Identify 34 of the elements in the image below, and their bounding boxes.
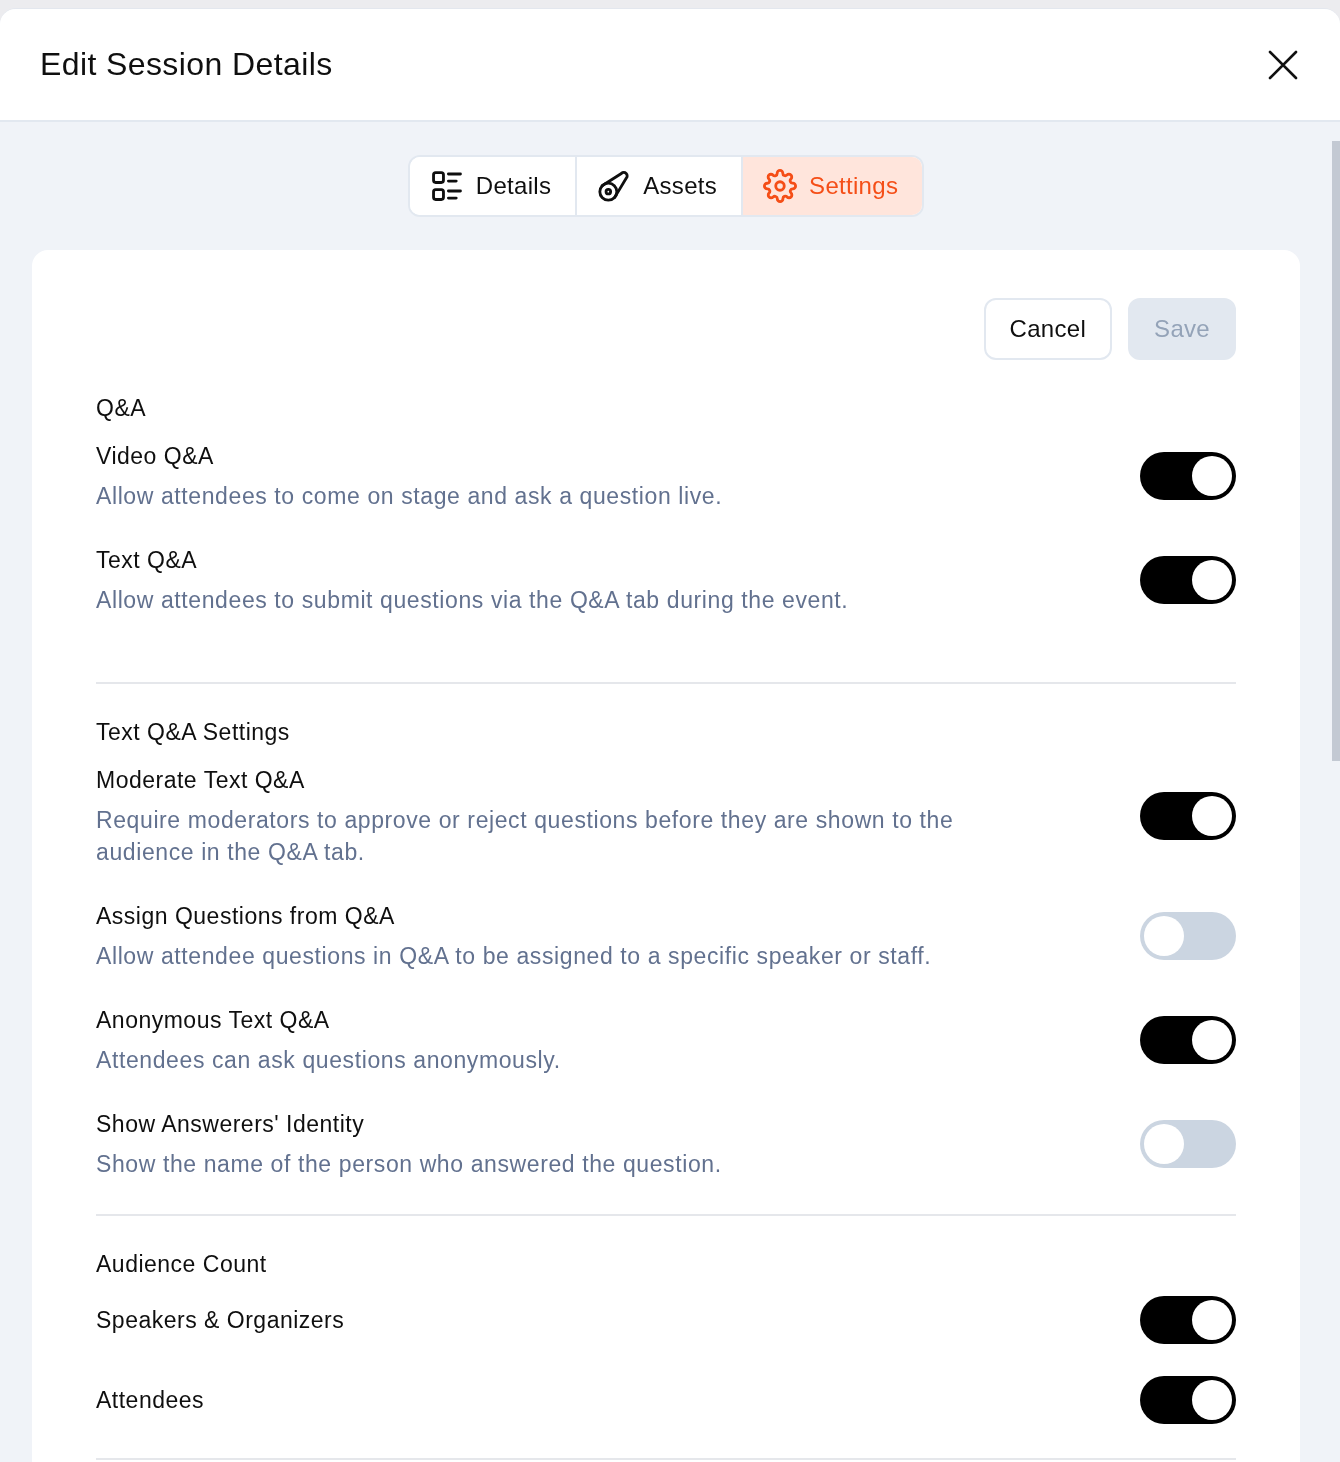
reel-icon <box>597 169 632 203</box>
toggle-switch[interactable] <box>1140 912 1236 960</box>
setting-description: Allow attendee questions in Q&A to be assigned to a specific speaker or staff. <box>96 942 932 971</box>
toggle-switch[interactable] <box>1140 1376 1236 1424</box>
scrollbar-thumb[interactable] <box>1332 141 1340 761</box>
close-icon <box>1268 49 1298 80</box>
setting-title: Anonymous Text Q&A <box>96 1006 331 1035</box>
toggle-switch[interactable] <box>1140 1120 1236 1168</box>
setting-title: Moderate Text Q&A <box>96 766 306 795</box>
setting-title: Assign Questions from Q&A <box>96 902 396 931</box>
setting-title: Show Answerers' Identity <box>96 1110 366 1139</box>
setting-description: Allow attendees to submit questions via the Q&A tab during the event. <box>96 586 849 615</box>
setting-description: Show the name of the person who answered the question. <box>96 1150 722 1179</box>
toggle-switch[interactable] <box>1140 792 1236 840</box>
setting-title: Text Q&A <box>96 546 199 575</box>
close-button[interactable] <box>1268 49 1298 80</box>
toggle-switch[interactable] <box>1140 556 1236 604</box>
setting-title: Speakers & Organizers <box>96 1306 345 1335</box>
tab[interactable]: Details <box>409 157 578 215</box>
setting-description: Allow attendees to come on stage and ask a question live. <box>96 482 723 511</box>
setting-title: Video Q&A <box>96 442 215 471</box>
section-heading: Text Q&A Settings <box>96 718 291 747</box>
section-heading: Q&A <box>96 394 148 423</box>
toggle-switch[interactable] <box>1140 452 1236 500</box>
toggle-switch[interactable] <box>1140 1296 1236 1344</box>
setting-description: Require moderators to approve or reject questions before they are shown to the audience in the Q&A tab. <box>96 806 955 867</box>
setting-title: Attendees <box>96 1386 205 1415</box>
section-heading: Audience Count <box>96 1250 268 1279</box>
dialog-title: Edit Session Details <box>40 45 333 84</box>
setting-description: Attendees can ask questions anonymously. <box>96 1046 561 1075</box>
toggle-switch[interactable] <box>1140 1016 1236 1064</box>
list-icon <box>429 169 464 203</box>
cancel-button[interactable]: Cancel <box>983 298 1113 360</box>
settings-icon <box>763 169 798 203</box>
